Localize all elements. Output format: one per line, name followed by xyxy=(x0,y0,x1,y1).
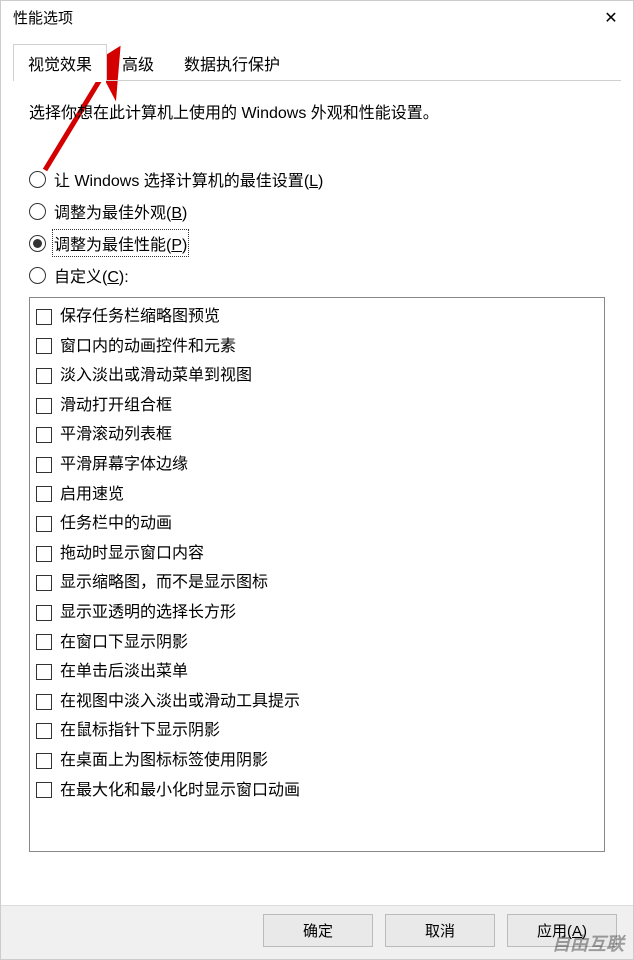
list-item[interactable]: 启用速览 xyxy=(36,480,598,510)
checkbox-icon xyxy=(36,575,52,591)
checkbox-label: 在窗口下显示阴影 xyxy=(60,630,188,656)
radio-let-windows-choose[interactable]: 让 Windows 选择计算机的最佳设置(L) xyxy=(29,163,605,195)
list-item[interactable]: 保存任务栏缩略图预览 xyxy=(36,302,598,332)
checkbox-icon xyxy=(36,753,52,769)
list-item[interactable]: 在单击后淡出菜单 xyxy=(36,657,598,687)
radio-icon xyxy=(29,235,46,252)
list-item[interactable]: 在视图中淡入淡出或滑动工具提示 xyxy=(36,687,598,717)
checkbox-label: 启用速览 xyxy=(60,482,124,508)
radio-best-appearance[interactable]: 调整为最佳外观(B) xyxy=(29,195,605,227)
checkbox-icon xyxy=(36,368,52,384)
description-text: 选择你想在此计算机上使用的 Windows 外观和性能设置。 xyxy=(29,99,605,123)
checkbox-icon xyxy=(36,338,52,354)
tab-dep[interactable]: 数据执行保护 xyxy=(169,44,295,81)
checkbox-icon xyxy=(36,694,52,710)
list-item[interactable]: 在窗口下显示阴影 xyxy=(36,628,598,658)
close-icon[interactable]: ✕ xyxy=(599,8,623,28)
checkbox-icon xyxy=(36,782,52,798)
checkbox-label: 拖动时显示窗口内容 xyxy=(60,541,204,567)
radio-icon xyxy=(29,203,46,220)
list-item[interactable]: 窗口内的动画控件和元素 xyxy=(36,332,598,362)
checkbox-icon xyxy=(36,723,52,739)
checkbox-icon xyxy=(36,664,52,680)
button-bar: 确定 取消 应用(A) xyxy=(1,905,633,959)
checkbox-icon xyxy=(36,457,52,473)
checkbox-icon xyxy=(36,605,52,621)
list-item[interactable]: 淡入淡出或滑动菜单到视图 xyxy=(36,361,598,391)
checkbox-icon xyxy=(36,634,52,650)
checkbox-label: 淡入淡出或滑动菜单到视图 xyxy=(60,363,252,389)
checkbox-label: 任务栏中的动画 xyxy=(60,511,172,537)
checkbox-label: 在最大化和最小化时显示窗口动画 xyxy=(60,778,300,804)
list-item[interactable]: 任务栏中的动画 xyxy=(36,509,598,539)
checkbox-label: 保存任务栏缩略图预览 xyxy=(60,304,220,330)
checkbox-label: 在鼠标指针下显示阴影 xyxy=(60,718,220,744)
window-title: 性能选项 xyxy=(13,7,73,28)
visual-effects-listbox[interactable]: 保存任务栏缩略图预览窗口内的动画控件和元素淡入淡出或滑动菜单到视图滑动打开组合框… xyxy=(29,297,605,852)
checkbox-label: 窗口内的动画控件和元素 xyxy=(60,334,236,360)
radio-group: 让 Windows 选择计算机的最佳设置(L) 调整为最佳外观(B) 调整为最佳… xyxy=(29,163,605,291)
checkbox-label: 在单击后淡出菜单 xyxy=(60,659,188,685)
tab-advanced[interactable]: 高级 xyxy=(107,44,169,81)
checkbox-label: 在桌面上为图标标签使用阴影 xyxy=(60,748,268,774)
radio-icon xyxy=(29,267,46,284)
radio-icon xyxy=(29,171,46,188)
checkbox-label: 滑动打开组合框 xyxy=(60,393,172,419)
radio-best-performance[interactable]: 调整为最佳性能(P) xyxy=(29,227,605,259)
tab-content: 选择你想在此计算机上使用的 Windows 外观和性能设置。 让 Windows… xyxy=(1,81,633,905)
checkbox-label: 显示缩略图，而不是显示图标 xyxy=(60,570,268,596)
list-item[interactable]: 在桌面上为图标标签使用阴影 xyxy=(36,746,598,776)
list-item[interactable]: 显示亚透明的选择长方形 xyxy=(36,598,598,628)
checkbox-icon xyxy=(36,516,52,532)
checkbox-icon xyxy=(36,398,52,414)
ok-button[interactable]: 确定 xyxy=(263,914,373,947)
tab-visual-effects[interactable]: 视觉效果 xyxy=(13,44,107,81)
radio-custom[interactable]: 自定义(C): xyxy=(29,259,605,291)
checkbox-label: 显示亚透明的选择长方形 xyxy=(60,600,236,626)
checkbox-icon xyxy=(36,309,52,325)
tab-bar: 视觉效果 高级 数据执行保护 xyxy=(1,44,633,81)
list-item[interactable]: 平滑屏幕字体边缘 xyxy=(36,450,598,480)
performance-options-window: 性能选项 ✕ 视觉效果 高级 数据执行保护 选择你想在此计算机上使用的 Wind… xyxy=(0,0,634,960)
list-item[interactable]: 滑动打开组合框 xyxy=(36,391,598,421)
list-item[interactable]: 在最大化和最小化时显示窗口动画 xyxy=(36,776,598,806)
checkbox-icon xyxy=(36,546,52,562)
checkbox-label: 在视图中淡入淡出或滑动工具提示 xyxy=(60,689,300,715)
checkbox-label: 平滑屏幕字体边缘 xyxy=(60,452,188,478)
list-item[interactable]: 平滑滚动列表框 xyxy=(36,420,598,450)
list-item[interactable]: 拖动时显示窗口内容 xyxy=(36,539,598,569)
cancel-button[interactable]: 取消 xyxy=(385,914,495,947)
checkbox-icon xyxy=(36,427,52,443)
titlebar: 性能选项 ✕ xyxy=(1,1,633,34)
checkbox-icon xyxy=(36,486,52,502)
list-item[interactable]: 显示缩略图，而不是显示图标 xyxy=(36,568,598,598)
checkbox-label: 平滑滚动列表框 xyxy=(60,422,172,448)
apply-button[interactable]: 应用(A) xyxy=(507,914,617,947)
list-item[interactable]: 在鼠标指针下显示阴影 xyxy=(36,716,598,746)
